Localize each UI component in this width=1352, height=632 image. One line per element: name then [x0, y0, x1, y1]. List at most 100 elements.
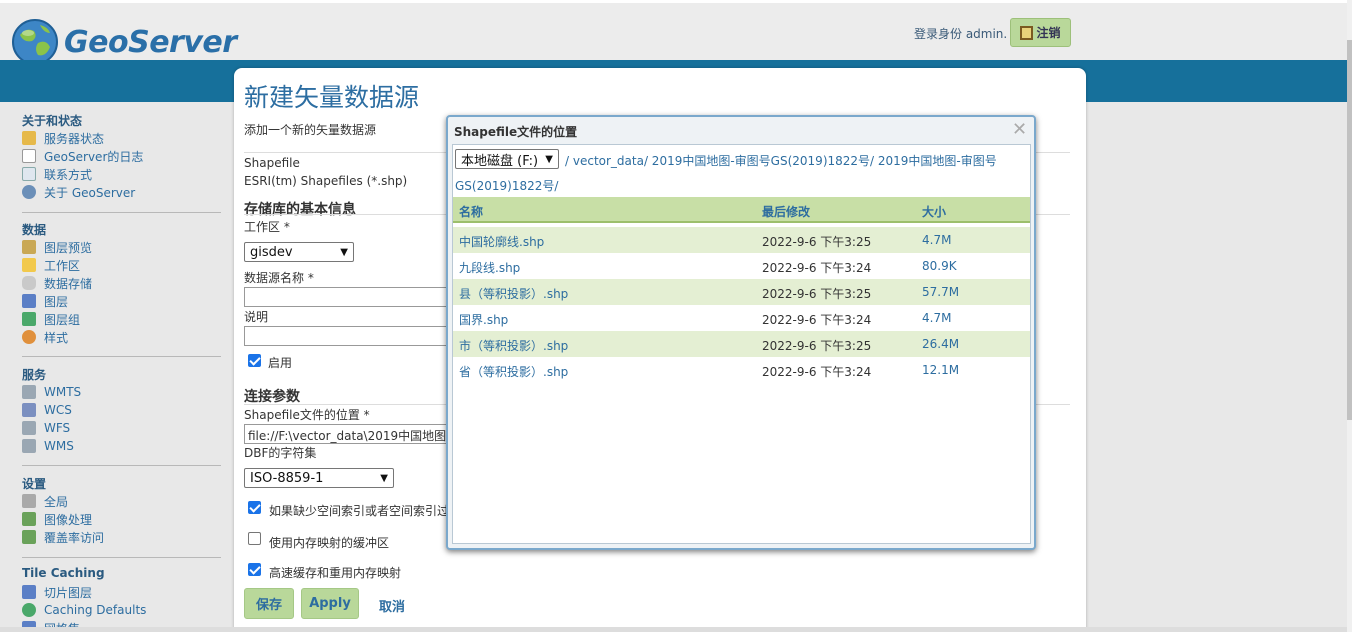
image-icon	[22, 530, 36, 544]
cache-memory-maps-label: 高速缓存和重用内存映射	[269, 566, 402, 580]
sidebar-item-about[interactable]: 关于 GeoServer	[22, 183, 220, 201]
shapefile-url-input[interactable]: file://F:\vector_data\2019中国地图-审	[244, 424, 456, 444]
file-name[interactable]: 九段线.shp	[459, 259, 520, 276]
palette-icon	[22, 330, 36, 344]
sidebar-section-data: 数据 图层预览 工作区 数据存储 图层 图层组 样式	[22, 221, 220, 346]
sidebar-item-jai[interactable]: 图像处理	[22, 510, 220, 528]
grid-icon	[22, 585, 36, 599]
page-scrollbar[interactable]	[1347, 0, 1352, 632]
file-modified: 2022-9-6 下午3:24	[762, 261, 872, 275]
page-subtitle: 添加一个新的矢量数据源	[244, 123, 377, 137]
file-row[interactable]: 县（等积投影）.shp 2022-9-6 下午3:25 57.7M	[453, 279, 1030, 305]
basic-info-heading: 存储库的基本信息	[244, 202, 356, 218]
sidebar-item-tile-layers[interactable]: 切片图层	[22, 583, 220, 601]
file-size: 12.1M	[922, 363, 960, 377]
file-name[interactable]: 中国轮廓线.shp	[459, 233, 544, 250]
file-name[interactable]: 国界.shp	[459, 311, 508, 328]
sidebar-item-global[interactable]: 全局	[22, 492, 220, 510]
close-icon[interactable]: ✕	[1012, 120, 1027, 140]
sidebar-item-server-status[interactable]: 服务器状态	[22, 129, 220, 147]
column-header-size[interactable]: 大小	[922, 203, 946, 220]
file-size: 26.4M	[922, 337, 960, 351]
cancel-link[interactable]: 取消	[379, 596, 405, 615]
file-size: 80.9K	[922, 259, 957, 273]
sidebar-divider	[22, 557, 221, 558]
file-row[interactable]: 市（等积投影）.shp 2022-9-6 下午3:25 26.4M	[453, 331, 1030, 357]
column-header-name[interactable]: 名称	[459, 203, 483, 220]
create-spatial-index-checkbox[interactable]	[248, 501, 261, 514]
path-breadcrumb-continued[interactable]: GS(2019)1822号/	[455, 177, 558, 194]
dialog-title: Shapefile文件的位置	[454, 125, 578, 139]
path-breadcrumb[interactable]: / vector_data/ 2019中国地图-审图号GS(2019)1822号…	[565, 152, 997, 169]
sidebar-item-layer-preview[interactable]: 图层预览	[22, 238, 220, 256]
logout-button[interactable]: 注销	[1010, 18, 1071, 47]
logout-label: 注销	[1036, 26, 1061, 40]
sidebar-section-title: Tile Caching	[22, 566, 105, 580]
contact-card-icon	[22, 167, 36, 181]
store-name-label: 数据源名称 *	[244, 271, 314, 285]
image-icon	[22, 512, 36, 526]
shapefile-url-label: Shapefile文件的位置 *	[244, 408, 370, 422]
service-icon	[22, 385, 36, 399]
sidebar-item-layers[interactable]: 图层	[22, 292, 220, 310]
sidebar-item-wcs[interactable]: WCS	[22, 401, 220, 419]
sidebar-item-contact[interactable]: 联系方式	[22, 165, 220, 183]
sidebar-item-wms[interactable]: WMS	[22, 437, 220, 455]
sidebar-item-logs[interactable]: GeoServer的日志	[22, 147, 220, 165]
chevron-down-icon: ▼	[380, 472, 388, 484]
file-modified: 2022-9-6 下午3:24	[762, 313, 872, 327]
sidebar-item-workspaces[interactable]: 工作区	[22, 256, 220, 274]
sidebar-item-layer-groups[interactable]: 图层组	[22, 310, 220, 328]
sidebar-section-title: 关于和状态	[22, 114, 83, 128]
file-chooser-dialog: Shapefile文件的位置 ✕ 本地磁盘 (F:) ▼ / vector_dat…	[446, 115, 1036, 550]
sidebar-divider	[22, 356, 221, 357]
scrollbar-thumb[interactable]	[1347, 40, 1352, 420]
memory-mapped-buffer-label: 使用内存映射的缓冲区	[269, 536, 390, 550]
file-row[interactable]: 省（等积投影）.shp 2022-9-6 下午3:24 12.1M	[453, 357, 1030, 383]
cache-memory-maps-checkbox[interactable]	[248, 563, 261, 576]
sidebar-item-stores[interactable]: 数据存储	[22, 274, 220, 292]
log-document-icon	[22, 149, 36, 163]
sidebar-section-about: 关于和状态 服务器状态 GeoServer的日志 联系方式 关于 GeoServ…	[22, 112, 220, 201]
drive-select[interactable]: 本地磁盘 (F:) ▼	[455, 149, 559, 169]
file-row[interactable]: 中国轮廓线.shp 2022-9-6 下午3:25 4.7M	[453, 227, 1030, 253]
enabled-checkbox[interactable]	[248, 354, 261, 367]
charset-select[interactable]: ISO-8859-1 ▼	[244, 468, 394, 488]
server-icon	[22, 494, 36, 508]
sidebar-section-tile-caching: Tile Caching 切片图层 Caching Defaults 网格集	[22, 566, 220, 632]
store-name-input[interactable]	[244, 287, 456, 307]
column-header-modified[interactable]: 最后修改	[762, 203, 810, 220]
sidebar-item-wfs[interactable]: WFS	[22, 419, 220, 437]
workspace-label: 工作区 *	[244, 220, 290, 234]
file-row[interactable]: 九段线.shp 2022-9-6 下午3:24 80.9K	[453, 253, 1030, 279]
file-size: 4.7M	[922, 233, 952, 247]
workspace-select[interactable]: gisdev ▼	[244, 242, 354, 262]
file-modified: 2022-9-6 下午3:25	[762, 235, 872, 249]
description-input[interactable]	[244, 326, 456, 346]
sidebar-section-title: 设置	[22, 477, 47, 491]
file-name[interactable]: 省（等积投影）.shp	[459, 363, 568, 380]
sidebar-item-coverage-access[interactable]: 覆盖率访问	[22, 528, 220, 546]
chevron-down-icon: ▼	[340, 246, 348, 258]
file-size: 4.7M	[922, 311, 952, 325]
file-name[interactable]: 市（等积投影）.shp	[459, 337, 568, 354]
sidebar-section-title: 数据	[22, 223, 47, 237]
database-icon	[22, 276, 36, 290]
file-row[interactable]: 国界.shp 2022-9-6 下午3:24 4.7M	[453, 305, 1030, 331]
file-name[interactable]: 县（等积投影）.shp	[459, 285, 568, 302]
apply-button[interactable]: Apply	[301, 588, 359, 619]
store-description: ESRI(tm) Shapefiles (*.shp)	[244, 174, 408, 188]
service-icon	[22, 421, 36, 435]
chevron-down-icon: ▼	[545, 153, 553, 165]
layer-icon	[22, 294, 36, 308]
page-title: 新建矢量数据源	[244, 83, 420, 112]
sidebar-item-wmts[interactable]: WMTS	[22, 383, 220, 401]
charset-label: DBF的字符集	[244, 446, 317, 460]
memory-mapped-buffer-checkbox[interactable]	[248, 532, 261, 545]
store-type: Shapefile	[244, 156, 300, 170]
server-status-icon	[22, 131, 36, 145]
sidebar-item-caching-defaults[interactable]: Caching Defaults	[22, 601, 220, 619]
sidebar-item-styles[interactable]: 样式	[22, 328, 220, 346]
help-icon	[22, 185, 36, 199]
save-button[interactable]: 保存	[244, 588, 294, 619]
